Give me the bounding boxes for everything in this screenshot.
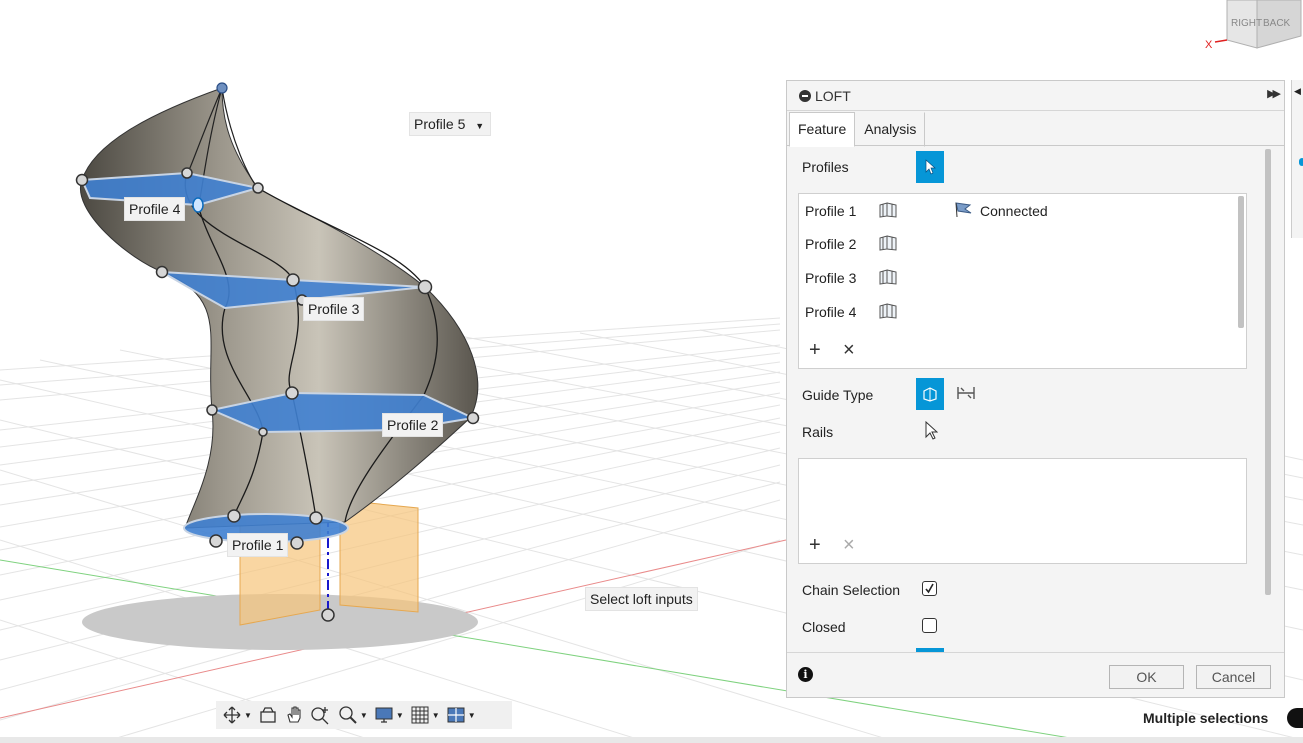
section-icon[interactable] (877, 302, 899, 320)
loft-dialog: LOFT ▶▶ Feature Analysis Profiles Profil… (786, 80, 1285, 698)
connected-status: Connected (980, 203, 1048, 219)
rails-list[interactable]: + × (798, 458, 1247, 564)
connected-flag-icon (955, 202, 972, 218)
profiles-list[interactable]: Profile 1 Connected Profile 2 Profile 3 … (798, 193, 1247, 369)
profile-5-label: Profile 5 (414, 116, 466, 132)
chevron-down-icon: ▼ (475, 121, 485, 131)
collapse-icon[interactable] (799, 89, 811, 102)
viewcube-x-axis: X (1205, 39, 1213, 51)
orbit-icon[interactable]: ▼ (222, 705, 252, 725)
tab-analysis[interactable]: Analysis (855, 112, 926, 147)
dialog-scrollbar[interactable] (1265, 149, 1271, 595)
loft-surface (79, 87, 479, 529)
add-profile-button[interactable]: + (809, 339, 821, 362)
dialog-footer: i OK Cancel (787, 652, 1284, 697)
zoom-icon[interactable]: ▼ (338, 705, 368, 725)
display-settings-icon[interactable]: ▼ (374, 705, 404, 725)
profiles-select-button[interactable] (916, 151, 944, 183)
cursor-arrow-icon (925, 159, 936, 175)
section-icon[interactable] (877, 268, 899, 286)
tab-feature[interactable]: Feature (789, 112, 856, 147)
selection-status: Multiple selections (1143, 710, 1269, 726)
rails-icon (923, 387, 937, 402)
rails-label: Rails (802, 424, 834, 440)
closed-checkbox[interactable] (922, 618, 937, 633)
view-cube[interactable]: RIGHT BACK X (1205, 0, 1303, 60)
profile-4-label: Profile 4 (124, 197, 186, 221)
chain-selection-checkbox[interactable] (922, 581, 937, 596)
remove-rail-button[interactable]: × (843, 534, 855, 557)
list-item[interactable]: Profile 4 (805, 304, 856, 320)
pan-icon[interactable] (284, 705, 304, 725)
radio-dot-icon (1299, 158, 1303, 166)
viewcube-right-label: RIGHT (1231, 18, 1262, 29)
chain-selection-label: Chain Selection (802, 582, 901, 598)
profile-5-dropdown[interactable]: Profile 5 ▼ (409, 112, 492, 136)
look-at-icon[interactable] (258, 705, 278, 725)
info-icon[interactable]: i (798, 667, 813, 682)
profiles-label: Profiles (802, 159, 849, 175)
profile-3-label: Profile 3 (303, 297, 365, 321)
ok-button[interactable]: OK (1109, 665, 1184, 689)
list-item[interactable]: Profile 1 (805, 203, 856, 219)
viewports-icon[interactable]: ▼ (446, 705, 476, 725)
dialog-header[interactable]: LOFT ▶▶ (787, 81, 1284, 111)
closed-label: Closed (802, 619, 846, 635)
navigation-toolbar: ▼ ▼ ▼ ▼ ▼ (216, 701, 512, 729)
expand-icon[interactable]: ▶▶ (1267, 87, 1281, 100)
zoom-window-icon[interactable] (310, 705, 332, 725)
cancel-button[interactable]: Cancel (1196, 665, 1271, 689)
dialog-title: LOFT (815, 87, 851, 104)
profile-2-label: Profile 2 (382, 413, 444, 437)
arrow-left-icon[interactable]: ◀ (1294, 86, 1301, 97)
guide-type-label: Guide Type (802, 387, 874, 403)
section-icon[interactable] (877, 201, 899, 219)
list-item[interactable]: Profile 3 (805, 270, 856, 286)
guide-type-rails-button[interactable] (916, 378, 944, 410)
hint-tooltip: Select loft inputs (585, 587, 698, 611)
remove-profile-button[interactable]: × (843, 339, 855, 362)
check-icon (925, 583, 934, 594)
viewcube-back-label: BACK (1263, 18, 1291, 29)
section-icon[interactable] (877, 234, 899, 252)
centerline-icon[interactable] (955, 383, 977, 403)
cursor-arrow-icon[interactable] (924, 421, 938, 441)
browser-panel-edge[interactable]: ◀ (1291, 80, 1303, 238)
measure-icon[interactable] (1287, 708, 1303, 728)
grid-icon[interactable]: ▼ (410, 705, 440, 725)
profile-1-label: Profile 1 (227, 533, 289, 557)
apex-point[interactable] (216, 82, 228, 94)
bottom-status-strip (0, 737, 1303, 743)
profiles-scrollbar[interactable] (1238, 196, 1244, 328)
list-item[interactable]: Profile 2 (805, 236, 856, 252)
add-rail-button[interactable]: + (809, 534, 821, 557)
